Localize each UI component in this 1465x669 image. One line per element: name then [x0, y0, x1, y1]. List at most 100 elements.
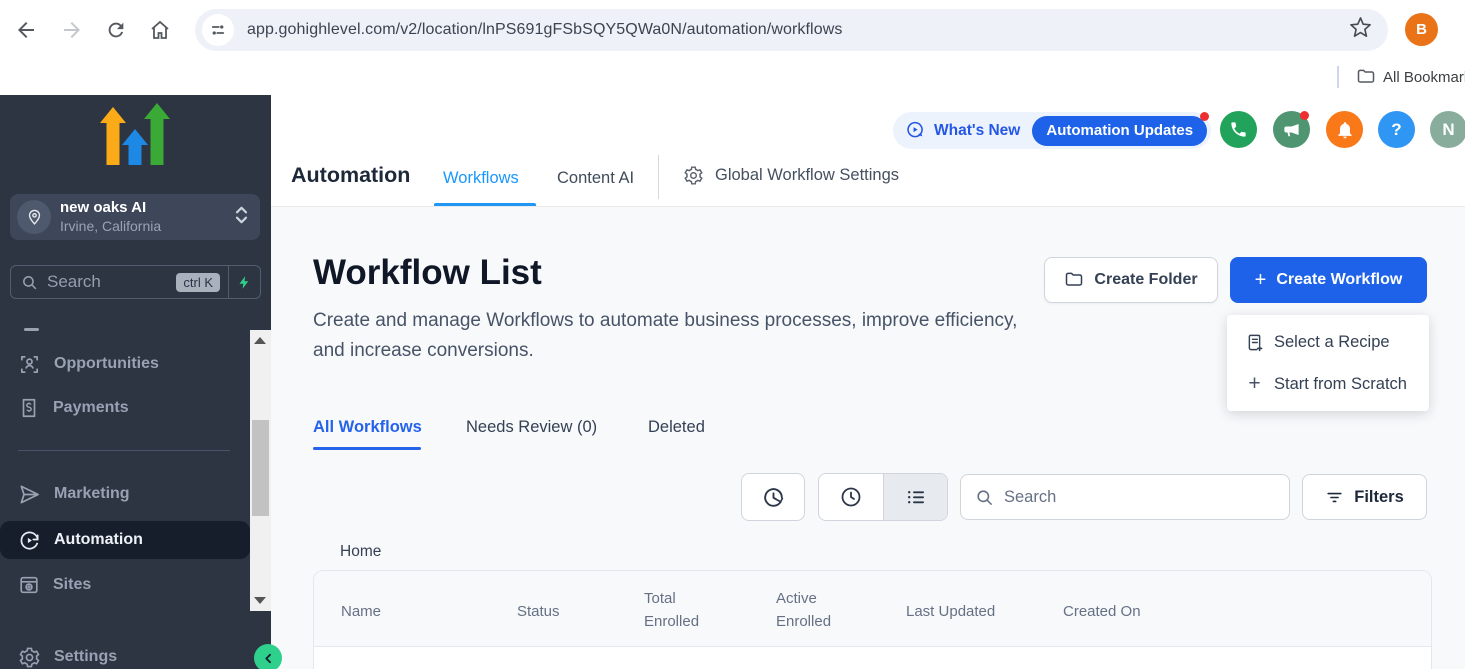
menu-item-select-recipe[interactable]: Select a Recipe [1227, 321, 1429, 363]
url-text[interactable]: app.gohighlevel.com/v2/location/lnPS691g… [247, 21, 1349, 39]
create-folder-button[interactable]: Create Folder [1044, 257, 1218, 303]
opportunities-icon [18, 353, 41, 376]
bookmarks-folder-icon [1356, 67, 1376, 92]
column-header-last-updated[interactable]: Last Updated [906, 600, 995, 623]
tab-needs-review[interactable]: Needs Review (0) [466, 418, 597, 437]
forward-icon[interactable] [58, 16, 86, 44]
scrolled-item-fragment [24, 328, 39, 331]
workflow-search-input[interactable]: Search [960, 474, 1290, 520]
user-avatar[interactable]: N [1430, 111, 1465, 148]
search-icon [21, 274, 38, 291]
page-title: Automation [291, 163, 410, 188]
create-workflow-menu: Select a Recipe + Start from Scratch [1227, 315, 1429, 411]
browser-profile-avatar[interactable]: B [1405, 13, 1438, 46]
column-header-name[interactable]: Name [341, 600, 381, 623]
sites-icon [18, 574, 40, 596]
scroll-down-arrow[interactable] [254, 597, 266, 604]
quick-actions-button[interactable] [228, 265, 261, 299]
chevron-left-icon [261, 651, 276, 666]
tab-content-ai[interactable]: Content AI [557, 169, 634, 188]
notifications-button[interactable] [1326, 111, 1363, 148]
workflow-list-section: Workflow List Create and manage Workflow… [271, 207, 1465, 669]
sidebar-collapse-button[interactable] [254, 644, 282, 669]
sidebar-scrollbar[interactable] [250, 330, 271, 611]
column-header-created-on[interactable]: Created On [1063, 600, 1141, 623]
automation-updates-button[interactable]: Automation Updates [1032, 116, 1207, 146]
whats-new-label[interactable]: What's New [934, 122, 1020, 140]
plus-icon: + [1255, 269, 1267, 292]
list-icon [904, 485, 928, 509]
account-name: new oaks AI [60, 199, 161, 218]
menu-item-start-from-scratch[interactable]: + Start from Scratch [1227, 363, 1429, 405]
filters-button[interactable]: Filters [1302, 474, 1427, 520]
sidebar: new oaks AI Irvine, California Search ct… [0, 95, 271, 669]
back-icon[interactable] [12, 16, 40, 44]
payments-icon [18, 397, 40, 419]
tab-all-workflows[interactable]: All Workflows [313, 418, 422, 437]
megaphone-icon [1282, 120, 1301, 139]
enrollment-history-button[interactable] [741, 473, 805, 521]
scrollbar-thumb[interactable] [252, 420, 269, 516]
scroll-up-arrow[interactable] [254, 337, 266, 344]
gohighlevel-logo [99, 103, 171, 172]
announcements-button[interactable] [1273, 111, 1310, 148]
sidebar-item-sites[interactable]: Sites [0, 565, 250, 605]
settings-gear-icon [18, 646, 41, 669]
sidebar-search-input[interactable]: Search ctrl K [10, 265, 229, 299]
sidebar-search-placeholder: Search [47, 272, 101, 292]
table-header-row: Name Status Total Enrolled Active Enroll… [314, 571, 1431, 647]
bookmark-star-icon[interactable] [1349, 16, 1372, 44]
breadcrumb-home[interactable]: Home [340, 543, 381, 561]
header-divider [658, 155, 659, 199]
question-mark-icon: ? [1391, 120, 1401, 140]
app-shell: new oaks AI Irvine, California Search ct… [0, 95, 1465, 669]
all-bookmarks-button[interactable]: All Bookmarks [1383, 69, 1465, 86]
section-title: Workflow List [313, 253, 542, 293]
column-header-total-enrolled[interactable]: Total Enrolled [644, 587, 714, 633]
column-header-status[interactable]: Status [517, 600, 560, 623]
site-info-icon[interactable] [202, 14, 234, 46]
plus-icon: + [1245, 372, 1264, 396]
recent-view-button[interactable] [819, 474, 883, 520]
browser-chrome: app.gohighlevel.com/v2/location/lnPS691g… [0, 0, 1465, 95]
chevron-updown-icon [235, 206, 248, 229]
active-workflow-tab-underline [313, 447, 421, 450]
clock-icon [839, 485, 863, 509]
tab-deleted[interactable]: Deleted [648, 418, 705, 437]
recipe-icon [1245, 333, 1264, 352]
sidebar-item-marketing[interactable]: Marketing [0, 474, 250, 514]
list-view-button[interactable] [883, 474, 947, 520]
sidebar-item-automation[interactable]: Automation [0, 521, 250, 559]
search-icon [975, 488, 994, 507]
whats-new-group[interactable]: What's New Automation Updates [893, 112, 1211, 149]
filter-icon [1325, 488, 1344, 507]
bookmarks-bar: All Bookmarks [0, 60, 1465, 95]
account-switcher[interactable]: new oaks AI Irvine, California [10, 194, 260, 240]
phone-button[interactable] [1220, 111, 1257, 148]
page-header: What's New Automation Updates ? N [271, 95, 1465, 207]
bookmarks-divider [1337, 66, 1339, 88]
table-body [314, 647, 1431, 669]
home-icon[interactable] [146, 16, 174, 44]
help-button[interactable]: ? [1378, 111, 1415, 148]
account-location: Irvine, California [60, 218, 161, 236]
sidebar-item-payments[interactable]: Payments [0, 388, 250, 428]
reload-icon[interactable] [102, 16, 130, 44]
tab-workflows[interactable]: Workflows [443, 169, 519, 188]
global-workflow-settings-link[interactable]: Global Workflow Settings [683, 165, 899, 186]
search-placeholder: Search [1004, 488, 1056, 507]
whats-new-icon [905, 120, 926, 141]
section-description: Create and manage Workflows to automate … [313, 306, 1018, 366]
shortcut-badge: ctrl K [176, 273, 220, 292]
sidebar-item-settings[interactable]: Settings [0, 637, 250, 669]
sidebar-divider [18, 450, 230, 451]
marketing-icon [18, 483, 41, 506]
sidebar-item-opportunities[interactable]: Opportunities [0, 344, 250, 384]
column-header-active-enrolled[interactable]: Active Enrolled [776, 587, 846, 633]
workflow-table: Name Status Total Enrolled Active Enroll… [313, 570, 1432, 669]
main-area: What's New Automation Updates ? N [271, 95, 1465, 669]
announcements-notification-dot [1300, 111, 1309, 120]
lightning-bolt-icon [237, 275, 252, 290]
url-bar[interactable]: app.gohighlevel.com/v2/location/lnPS691g… [195, 9, 1388, 51]
create-workflow-button[interactable]: + Create Workflow [1230, 257, 1427, 303]
